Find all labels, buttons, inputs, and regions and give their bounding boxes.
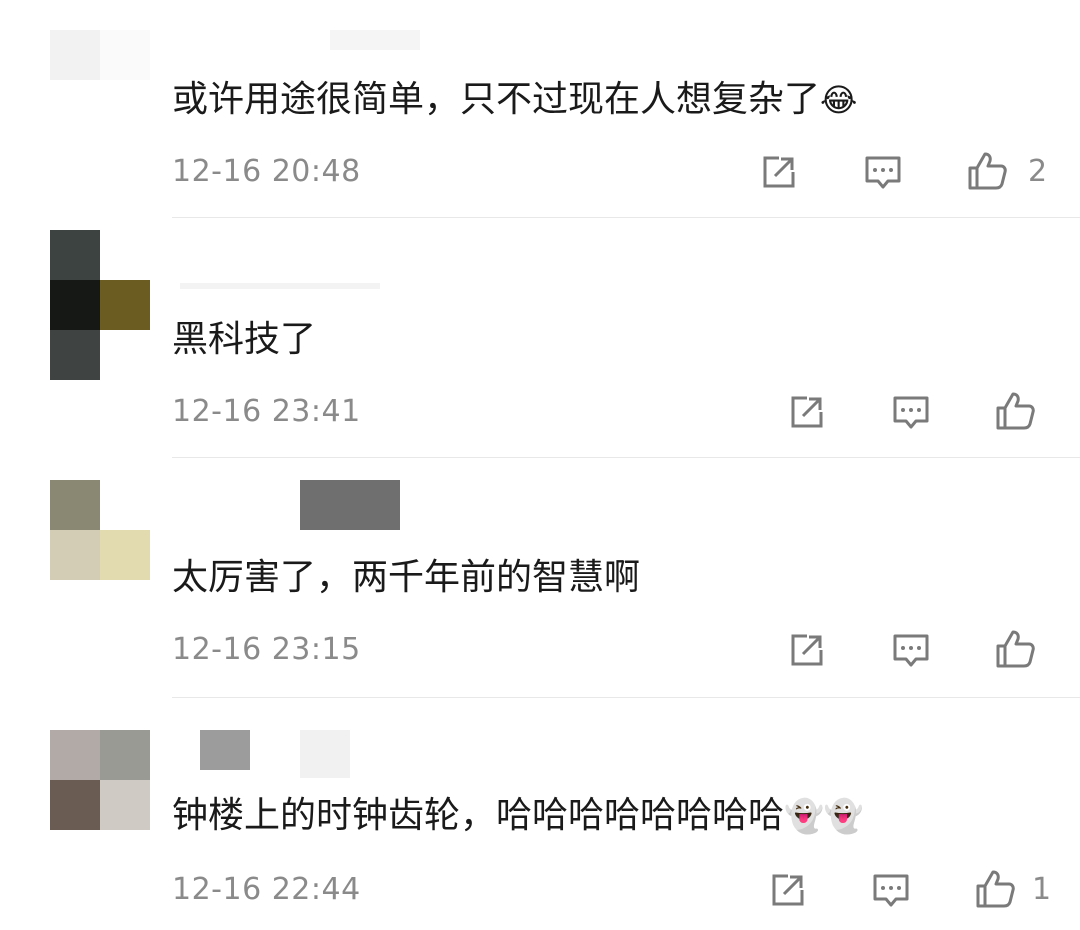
reply-button[interactable]	[890, 630, 932, 672]
comment-text: 太厉害了，两千年前的智慧啊	[172, 556, 640, 600]
share-button[interactable]	[757, 152, 799, 194]
share-button[interactable]	[766, 870, 808, 912]
reply-button[interactable]	[862, 152, 904, 194]
avatar[interactable]	[50, 480, 150, 580]
comment-item: 钟楼上的时钟齿轮，哈哈哈哈哈哈哈哈👻👻 12-16 22:44 1	[0, 698, 1080, 930]
avatar[interactable]	[50, 230, 150, 380]
share-icon	[763, 156, 795, 188]
like-button[interactable]	[966, 150, 1008, 192]
laughing-crying-emoji-icon: 😂	[820, 81, 858, 119]
comment-icon	[873, 874, 909, 907]
share-button[interactable]	[785, 392, 827, 434]
username-blurred[interactable]	[180, 283, 380, 289]
like-count: 1	[1032, 872, 1052, 907]
comment-timestamp: 12-16 22:44	[172, 872, 361, 907]
thumbs-up-icon	[996, 392, 1035, 430]
avatar[interactable]	[50, 730, 150, 830]
comment-text: 黑科技了	[172, 318, 316, 362]
thumbs-up-icon	[968, 152, 1007, 190]
reply-button[interactable]	[870, 870, 912, 912]
username-blurred[interactable]	[300, 730, 350, 778]
share-icon	[772, 874, 804, 906]
reply-button[interactable]	[890, 392, 932, 434]
username-blurred[interactable]	[300, 480, 400, 530]
like-count: 2	[1028, 154, 1048, 189]
comment-item: 太厉害了，两千年前的智慧啊 12-16 23:15	[0, 458, 1080, 698]
username-blurred[interactable]	[330, 30, 420, 50]
comment-item: 或许用途很简单，只不过现在人想复杂了😂 12-16 20:48 2	[0, 0, 1080, 218]
ghost-emoji-icon: 👻👻	[784, 797, 864, 835]
share-button[interactable]	[785, 630, 827, 672]
comment-text-body: 或许用途很简单，只不过现在人想复杂了	[172, 79, 821, 120]
share-icon	[791, 634, 823, 666]
like-button[interactable]	[994, 390, 1036, 432]
thumbs-up-icon	[976, 870, 1015, 908]
comment-timestamp: 12-16 20:48	[172, 154, 361, 189]
comment-icon	[893, 396, 929, 429]
comment-text-body: 太厉害了，两千年前的智慧啊	[172, 557, 641, 598]
comment-text: 或许用途很简单，只不过现在人想复杂了😂	[172, 78, 857, 122]
comment-text: 钟楼上的时钟齿轮，哈哈哈哈哈哈哈哈👻👻	[172, 794, 864, 838]
comment-text-body: 钟楼上的时钟齿轮，哈哈哈哈哈哈哈哈	[172, 795, 785, 836]
username-blurred[interactable]	[200, 730, 250, 770]
like-button[interactable]	[994, 628, 1036, 670]
comment-item: 黑科技了 12-16 23:41	[0, 218, 1080, 458]
share-icon	[791, 396, 823, 428]
comment-icon	[893, 634, 929, 667]
avatar[interactable]	[50, 30, 150, 130]
comment-icon	[865, 156, 901, 189]
comment-text-body: 黑科技了	[172, 319, 317, 360]
comment-timestamp: 12-16 23:15	[172, 632, 361, 667]
thumbs-up-icon	[996, 630, 1035, 668]
comment-timestamp: 12-16 23:41	[172, 394, 361, 429]
like-button[interactable]	[974, 868, 1016, 910]
